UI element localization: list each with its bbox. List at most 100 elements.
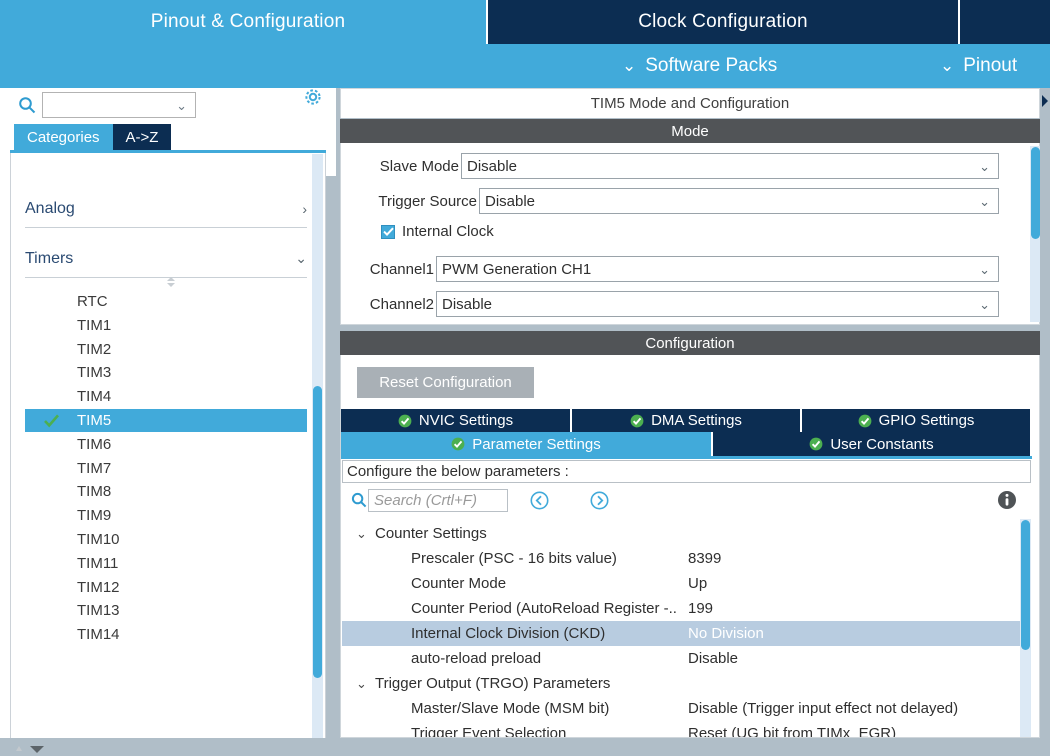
tab-gpio-settings[interactable]: GPIO Settings — [802, 409, 1032, 432]
table-row[interactable]: Counter Period (AutoReload Register -.. 1… — [342, 596, 1021, 621]
bottom-scroll-arrows[interactable] — [4, 740, 64, 756]
configure-hint-label: Configure the below parameters : — [347, 463, 569, 480]
sidebar-item-label: TIM10 — [77, 531, 120, 548]
tab-clock-configuration[interactable]: Clock Configuration — [488, 0, 958, 44]
sidebar-item-label: TIM12 — [77, 578, 120, 596]
collapse-panel-arrow-icon[interactable] — [1040, 92, 1050, 119]
sidebar-item-tim3[interactable]: TIM3 — [25, 361, 307, 384]
sidebar-item-tim9[interactable]: TIM9 — [25, 504, 307, 527]
tab-categories[interactable]: Categories — [14, 124, 113, 150]
param-name: Prescaler (PSC - 16 bits value) — [411, 550, 617, 567]
param-value[interactable]: Up — [688, 575, 1018, 592]
config-tabs-row-2: Parameter Settings User Constants — [341, 432, 1032, 456]
parameter-search-row: Search (Crtl+F) — [341, 487, 1032, 515]
param-value[interactable]: Reset (UG bit from TIMx_EGR) — [688, 725, 1018, 737]
param-value[interactable]: 8399 — [688, 550, 1018, 567]
info-icon[interactable] — [996, 489, 1018, 516]
chevron-down-icon-group[interactable]: ⌄ — [356, 526, 367, 542]
configuration-band-label: Configuration — [645, 334, 735, 352]
sidebar-item-tim10[interactable]: TIM10 — [25, 528, 307, 551]
right-panel-outer-scroll-track[interactable] — [1040, 88, 1050, 738]
sidebar-item-tim6[interactable]: TIM6 — [25, 433, 307, 456]
peripheral-list-scrollbar-thumb[interactable] — [313, 386, 322, 678]
channel2-select[interactable]: Disable ⌄ — [436, 291, 999, 317]
configure-hint: Configure the below parameters : — [342, 460, 1031, 483]
chevron-down-icon-2: ⌄ — [940, 55, 955, 75]
param-name: Internal Clock Division (CKD) — [411, 625, 606, 642]
list-resize-handle[interactable] — [161, 275, 181, 289]
status-check-icon — [398, 414, 412, 428]
table-row[interactable]: auto-reload preload Disable — [342, 646, 1021, 671]
sidebar-item-tim1[interactable]: TIM1 — [25, 314, 307, 337]
sidebar-item-tim13[interactable]: TIM13 — [25, 599, 307, 622]
sidebar-item-tim7[interactable]: TIM7 — [25, 457, 307, 480]
tab-pinout-and-configuration[interactable]: Pinout & Configuration — [8, 0, 488, 44]
selected-check-icon — [43, 412, 60, 429]
next-circle-icon[interactable] — [589, 490, 610, 516]
table-row[interactable]: Counter Mode Up — [342, 571, 1021, 596]
param-name: auto-reload preload — [411, 650, 542, 667]
sidebar-item-tim5[interactable]: TIM5 — [25, 409, 307, 432]
field-slave-mode-label: Slave Mode — [379, 157, 459, 175]
param-value[interactable]: Disable (Trigger input effect not delaye… — [688, 700, 1018, 717]
slave-mode-select[interactable]: Disable ⌄ — [461, 153, 999, 179]
sidebar-item-tim8[interactable]: TIM8 — [25, 480, 307, 503]
sidebar-item-label: TIM2 — [77, 340, 112, 358]
chevron-down-icon-group[interactable]: ⌄ — [356, 676, 367, 692]
tab-parameter-settings[interactable]: Parameter Settings — [341, 432, 713, 456]
sidebar-item-tim2[interactable]: TIM2 — [25, 338, 307, 361]
sidebar-item-rtc[interactable]: RTC — [25, 290, 307, 313]
channel1-value: PWM Generation CH1 — [442, 260, 592, 278]
sidebar-item-tim12[interactable]: TIM12 — [25, 576, 307, 599]
tab-dma-settings[interactable]: DMA Settings — [572, 409, 802, 432]
page-title: TIM5 Mode and Configuration — [340, 88, 1040, 118]
mode-scrollbar-thumb[interactable] — [1031, 147, 1040, 239]
chevron-down-icon-trigger-source: ⌄ — [979, 194, 990, 209]
param-name: Counter Mode — [411, 575, 507, 592]
mode-section: Slave Mode Disable ⌄ Trigger Source Disa… — [340, 143, 1040, 325]
sidebar-item-tim4[interactable]: TIM4 — [25, 385, 307, 408]
sidebar-item-label: TIM3 — [77, 364, 112, 382]
left-panel-outer-scroll-track[interactable] — [326, 176, 337, 756]
group-analog[interactable]: Analog › — [25, 190, 307, 228]
group-timers[interactable]: Timers ⌄ — [25, 240, 307, 278]
tab-nvic-settings[interactable]: NVIC Settings — [341, 409, 572, 432]
sidebar-item-tim11[interactable]: TIM11 — [25, 552, 307, 575]
param-name: Master/Slave Mode (MSM bit) — [411, 700, 610, 717]
table-row[interactable]: Internal Clock Division (CKD) No Division — [342, 621, 1021, 646]
tab-third-partial[interactable] — [960, 0, 1050, 44]
param-value[interactable]: No Division — [688, 625, 1018, 642]
menu-pinout[interactable]: ⌄ Pinout — [940, 44, 1017, 88]
channel1-select[interactable]: PWM Generation CH1 ⌄ — [436, 256, 999, 282]
reset-configuration-button[interactable]: Reset Configuration — [357, 367, 534, 398]
mode-band: Mode — [340, 119, 1040, 143]
param-name: Trigger Event Selection — [411, 725, 567, 737]
field-trigger-source-label: Trigger Source — [378, 192, 477, 210]
param-group-counter-settings[interactable]: ⌄ Counter Settings — [342, 521, 1021, 546]
search-combo-input[interactable]: ⌄ — [42, 92, 196, 118]
param-value[interactable]: 199 — [688, 600, 1018, 617]
trigger-source-select[interactable]: Disable ⌄ — [479, 188, 999, 214]
config-tabs-underline — [341, 456, 1032, 459]
table-row[interactable]: Trigger Event Selection Reset (UG bit fro… — [342, 721, 1021, 737]
parameter-list-scrollbar-thumb[interactable] — [1021, 520, 1030, 650]
param-value[interactable]: Disable — [688, 650, 1018, 667]
param-group-trigger-output-trgo-parameters[interactable]: ⌄ Trigger Output (TRGO) Parameters — [342, 671, 1021, 696]
tab-user-constants[interactable]: User Constants — [713, 432, 1032, 456]
internal-clock-checkbox-row[interactable]: Internal Clock — [381, 223, 494, 240]
internal-clock-checkbox[interactable] — [381, 224, 395, 239]
sidebar-item-label: RTC — [77, 293, 108, 310]
table-row[interactable]: Prescaler (PSC - 16 bits value) 8399 — [342, 546, 1021, 571]
sidebar-item-tim14[interactable]: TIM14 — [25, 623, 307, 646]
menu-software-packs[interactable]: ⌄ Software Packs — [622, 44, 777, 88]
gear-icon[interactable] — [302, 86, 324, 113]
configuration-section: Reset Configuration NVIC Settings DMA Set… — [340, 355, 1040, 738]
prev-circle-icon[interactable] — [529, 490, 550, 516]
peripheral-list: Analog › Timers ⌄ RTC TIM1 TIM2 TIM3 TIM4 TIM… — [10, 153, 326, 756]
left-panel: ⌄ Categories A->Z Analog › Timers ⌄ RTC … — [0, 86, 337, 756]
tab-divider-1 — [486, 0, 488, 44]
tab-a-to-z-label: A->Z — [125, 128, 159, 146]
parameter-search-input[interactable]: Search (Crtl+F) — [368, 489, 508, 512]
tab-a-to-z[interactable]: A->Z — [112, 124, 172, 150]
table-row[interactable]: Master/Slave Mode (MSM bit) Disable (Trig… — [342, 696, 1021, 721]
